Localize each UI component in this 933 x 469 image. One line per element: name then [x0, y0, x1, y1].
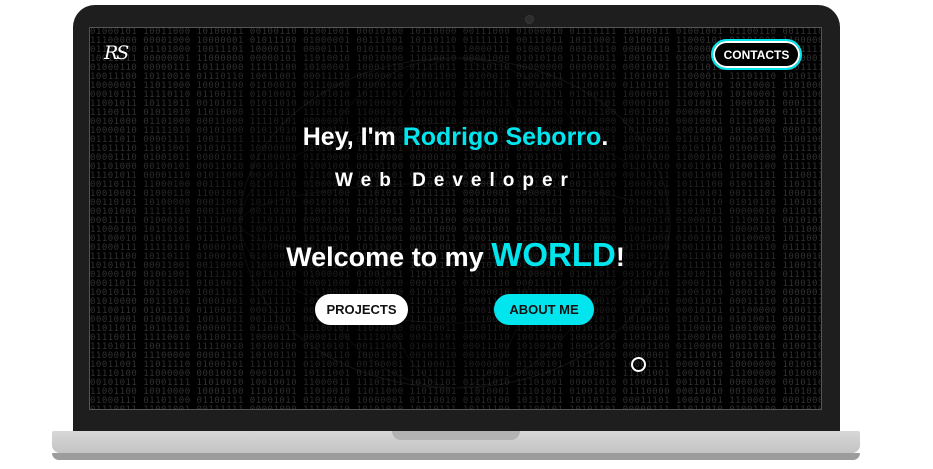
- camera-icon: [525, 15, 534, 24]
- laptop-screen: 01000101 10011000 10100011 00100110 0100…: [89, 27, 822, 410]
- about-me-button[interactable]: ABOUT ME: [494, 294, 594, 325]
- hero-greeting: Hey, I'm Rodrigo Seborro.: [90, 123, 821, 152]
- contacts-button[interactable]: CONTACTS: [711, 39, 802, 70]
- projects-button[interactable]: PROJECTS: [315, 294, 408, 325]
- laptop-mockup: 01000101 10011000 10100011 00100110 0100…: [0, 0, 933, 469]
- welcome-heading: Welcome to my WORLD!: [90, 236, 821, 274]
- laptop-notch: [392, 431, 520, 440]
- greeting-prefix: Hey, I'm: [302, 123, 403, 151]
- welcome-highlight: WORLD: [491, 236, 616, 273]
- role-subtitle: Web Developer: [335, 170, 576, 191]
- welcome-suffix: !: [615, 242, 625, 272]
- site-logo[interactable]: RS: [104, 42, 129, 64]
- cursor-ring-icon: [631, 357, 646, 372]
- developer-name: Rodrigo Seborro: [402, 123, 602, 151]
- welcome-prefix: Welcome to my: [286, 242, 492, 272]
- laptop-base-edge: [52, 453, 860, 460]
- screen-vignette: [90, 28, 821, 409]
- greeting-suffix: .: [601, 123, 609, 151]
